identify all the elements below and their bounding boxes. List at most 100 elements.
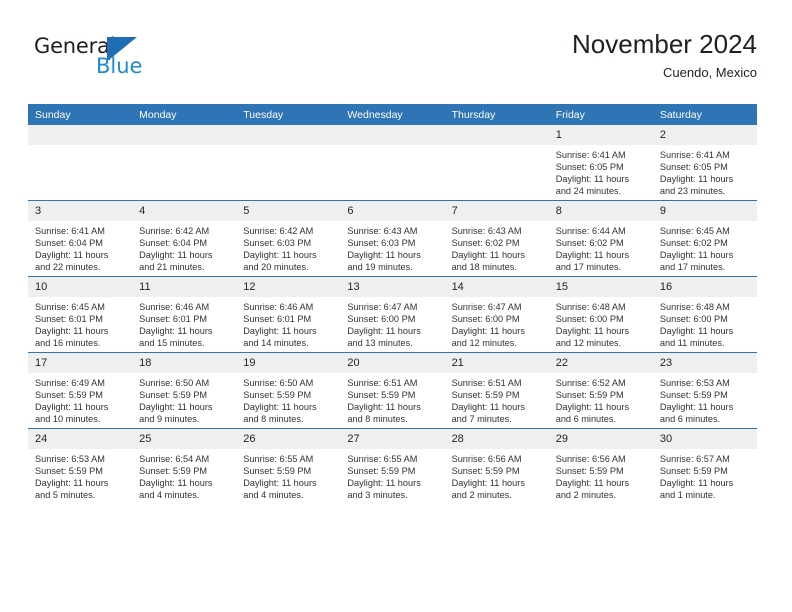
calendar-week-row: 10 Sunrise: 6:45 AM Sunset: 6:01 PM Dayligh… (28, 276, 757, 353)
day-details: Sunrise: 6:41 AM Sunset: 6:05 PM Daylight:… (653, 145, 757, 197)
day-detail-line: Sunset: 6:03 PM (243, 238, 312, 249)
calendar-day-cell[interactable]: 7 Sunrise: 6:43 AM Sunset: 6:02 PM Daylight… (444, 200, 549, 277)
day-detail-line: Sunset: 5:59 PM (451, 390, 520, 401)
day-detail-line: and 19 minutes. (347, 262, 413, 273)
calendar-day-cell[interactable]: 22 Sunrise: 6:52 AM Sunset: 5:59 PM Dayligh… (548, 352, 653, 429)
calendar-day-cell[interactable]: 4 Sunrise: 6:42 AM Sunset: 6:04 PM Daylight… (132, 200, 237, 277)
calendar-day-cell[interactable]: 17 Sunrise: 6:49 AM Sunset: 5:59 PM Dayligh… (28, 352, 133, 429)
day-number: 13 (340, 277, 445, 297)
day-detail-line: Sunset: 5:59 PM (139, 466, 208, 477)
weekday-header-friday: Friday (548, 104, 653, 125)
day-detail-line: Sunrise: 6:47 AM (347, 302, 418, 312)
day-details: Sunrise: 6:55 AM Sunset: 5:59 PM Daylight:… (236, 449, 340, 501)
day-detail-line: and 14 minutes. (243, 338, 309, 349)
calendar-day-cell[interactable]: 6 Sunrise: 6:43 AM Sunset: 6:03 PM Daylight… (340, 200, 445, 277)
calendar-day-cell[interactable]: 2 Sunrise: 6:41 AM Sunset: 6:05 PM Daylight… (652, 125, 757, 201)
day-detail-line: Sunset: 5:59 PM (659, 466, 728, 477)
day-detail-line: Sunset: 5:59 PM (347, 390, 416, 401)
day-detail-line: Sunset: 6:01 PM (243, 314, 312, 325)
day-detail-line: Sunrise: 6:42 AM (243, 226, 314, 236)
day-details: Sunrise: 6:51 AM Sunset: 5:59 PM Daylight:… (445, 373, 549, 425)
day-detail-line: Sunrise: 6:45 AM (659, 226, 730, 236)
day-number: 25 (132, 429, 237, 449)
day-detail-line: Sunrise: 6:51 AM (451, 378, 522, 388)
day-detail-line: Sunset: 6:00 PM (659, 314, 728, 325)
calendar-day-cell[interactable]: 28 Sunrise: 6:56 AM Sunset: 5:59 PM Dayligh… (444, 428, 549, 504)
day-detail-line: Sunrise: 6:46 AM (139, 302, 210, 312)
day-detail-line: Sunset: 5:59 PM (35, 466, 103, 477)
calendar-day-cell[interactable]: 20 Sunrise: 6:51 AM Sunset: 5:59 PM Dayligh… (340, 352, 445, 429)
weekday-header-monday: Monday (132, 104, 237, 125)
day-detail-line: Sunset: 6:04 PM (139, 238, 208, 249)
day-details: Sunrise: 6:46 AM Sunset: 6:01 PM Daylight:… (236, 297, 340, 349)
day-detail-line: Sunrise: 6:57 AM (659, 454, 730, 464)
day-detail-line: Sunrise: 6:43 AM (451, 226, 522, 236)
day-detail-line: Sunrise: 6:46 AM (243, 302, 314, 312)
calendar-empty-cell (132, 125, 237, 201)
calendar-day-cell[interactable]: 27 Sunrise: 6:55 AM Sunset: 5:59 PM Dayligh… (340, 428, 445, 504)
calendar-day-cell[interactable]: 14 Sunrise: 6:47 AM Sunset: 6:00 PM Dayligh… (444, 276, 549, 353)
day-detail-line: Daylight: 11 hours (555, 250, 630, 261)
day-detail-line: Sunrise: 6:53 AM (35, 454, 105, 464)
day-detail-line: and 13 minutes. (347, 338, 413, 349)
day-detail-line: and 8 minutes. (347, 414, 408, 425)
calendar-day-cell[interactable]: 26 Sunrise: 6:55 AM Sunset: 5:59 PM Dayligh… (236, 428, 341, 504)
calendar-day-cell[interactable]: 25 Sunrise: 6:54 AM Sunset: 5:59 PM Dayligh… (132, 428, 237, 504)
day-detail-line: Daylight: 11 hours (347, 326, 421, 337)
day-details: Sunrise: 6:51 AM Sunset: 5:59 PM Daylight:… (340, 373, 444, 425)
calendar-day-cell[interactable]: 1 Sunrise: 6:41 AM Sunset: 6:05 PM Daylight… (548, 125, 653, 201)
calendar-day-cell[interactable]: 11 Sunrise: 6:46 AM Sunset: 6:01 PM Dayligh… (132, 276, 237, 353)
day-detail-line: Daylight: 11 hours (659, 326, 734, 337)
weekday-header-thursday: Thursday (444, 104, 549, 125)
day-detail-line: Sunset: 6:00 PM (451, 314, 520, 325)
day-number (340, 125, 445, 145)
calendar-day-cell[interactable]: 15 Sunrise: 6:48 AM Sunset: 6:00 PM Dayligh… (548, 276, 653, 353)
day-detail-line: and 15 minutes. (139, 338, 205, 349)
day-detail-line: and 21 minutes. (139, 262, 205, 273)
calendar-day-cell[interactable]: 29 Sunrise: 6:56 AM Sunset: 5:59 PM Dayligh… (548, 428, 653, 504)
day-detail-line: Sunrise: 6:56 AM (451, 454, 522, 464)
calendar-day-cell[interactable]: 5 Sunrise: 6:42 AM Sunset: 6:03 PM Daylight… (236, 200, 341, 277)
calendar-day-cell[interactable]: 30 Sunrise: 6:57 AM Sunset: 5:59 PM Dayligh… (652, 428, 757, 504)
day-detail-line: Daylight: 11 hours (451, 478, 525, 489)
day-detail-line: and 8 minutes. (243, 414, 304, 425)
day-detail-line: Daylight: 11 hours (243, 250, 317, 261)
calendar-week-row: 1 Sunrise: 6:41 AM Sunset: 6:05 PM Daylight… (28, 125, 757, 201)
day-detail-line: and 17 minutes. (555, 262, 622, 273)
brand-name-blue: Blue (96, 54, 143, 78)
calendar-day-cell[interactable]: 3 Sunrise: 6:41 AM Sunset: 6:04 PM Daylight… (28, 200, 133, 277)
calendar-day-cell[interactable]: 8 Sunrise: 6:44 AM Sunset: 6:02 PM Daylight… (548, 200, 653, 277)
calendar-day-cell[interactable]: 21 Sunrise: 6:51 AM Sunset: 5:59 PM Dayligh… (444, 352, 549, 429)
brand-logo[interactable]: General Blue (34, 34, 214, 90)
day-details: Sunrise: 6:42 AM Sunset: 6:04 PM Daylight:… (132, 221, 236, 273)
day-detail-line: Sunrise: 6:55 AM (347, 454, 418, 464)
page-title: November 2024 (572, 29, 757, 59)
calendar-day-cell[interactable]: 19 Sunrise: 6:50 AM Sunset: 5:59 PM Dayligh… (236, 352, 341, 429)
day-detail-line: and 20 minutes. (243, 262, 309, 273)
day-number: 6 (340, 201, 445, 221)
day-detail-line: and 1 minute. (659, 490, 716, 501)
calendar-day-cell[interactable]: 10 Sunrise: 6:45 AM Sunset: 6:01 PM Dayligh… (28, 276, 133, 353)
day-detail-line: and 7 minutes. (451, 414, 512, 425)
day-number: 7 (444, 201, 549, 221)
day-number: 14 (444, 277, 549, 297)
calendar-day-cell[interactable]: 18 Sunrise: 6:50 AM Sunset: 5:59 PM Dayligh… (132, 352, 237, 429)
day-detail-line: Daylight: 11 hours (555, 174, 630, 185)
day-detail-line: Daylight: 11 hours (347, 402, 421, 413)
calendar-day-cell[interactable]: 12 Sunrise: 6:46 AM Sunset: 6:01 PM Dayligh… (236, 276, 341, 353)
calendar-day-cell[interactable]: 23 Sunrise: 6:53 AM Sunset: 5:59 PM Dayligh… (652, 352, 757, 429)
day-details: Sunrise: 6:50 AM Sunset: 5:59 PM Daylight:… (236, 373, 340, 425)
day-detail-line: Sunrise: 6:54 AM (139, 454, 210, 464)
calendar-day-cell[interactable]: 16 Sunrise: 6:48 AM Sunset: 6:00 PM Dayligh… (652, 276, 757, 353)
day-detail-line: Sunrise: 6:48 AM (659, 302, 730, 312)
day-details: Sunrise: 6:55 AM Sunset: 5:59 PM Daylight:… (340, 449, 444, 501)
day-details: Sunrise: 6:46 AM Sunset: 6:01 PM Daylight:… (132, 297, 236, 349)
calendar-day-cell[interactable]: 9 Sunrise: 6:45 AM Sunset: 6:02 PM Daylight… (652, 200, 757, 277)
day-detail-line: Sunset: 5:59 PM (35, 390, 103, 401)
day-number: 28 (444, 429, 549, 449)
day-detail-line: Daylight: 11 hours (659, 478, 734, 489)
calendar-day-cell[interactable]: 13 Sunrise: 6:47 AM Sunset: 6:00 PM Dayligh… (340, 276, 445, 353)
day-number: 11 (132, 277, 237, 297)
calendar-day-cell[interactable]: 24 Sunrise: 6:53 AM Sunset: 5:59 PM Dayligh… (28, 428, 133, 504)
day-details: Sunrise: 6:54 AM Sunset: 5:59 PM Daylight:… (132, 449, 236, 501)
